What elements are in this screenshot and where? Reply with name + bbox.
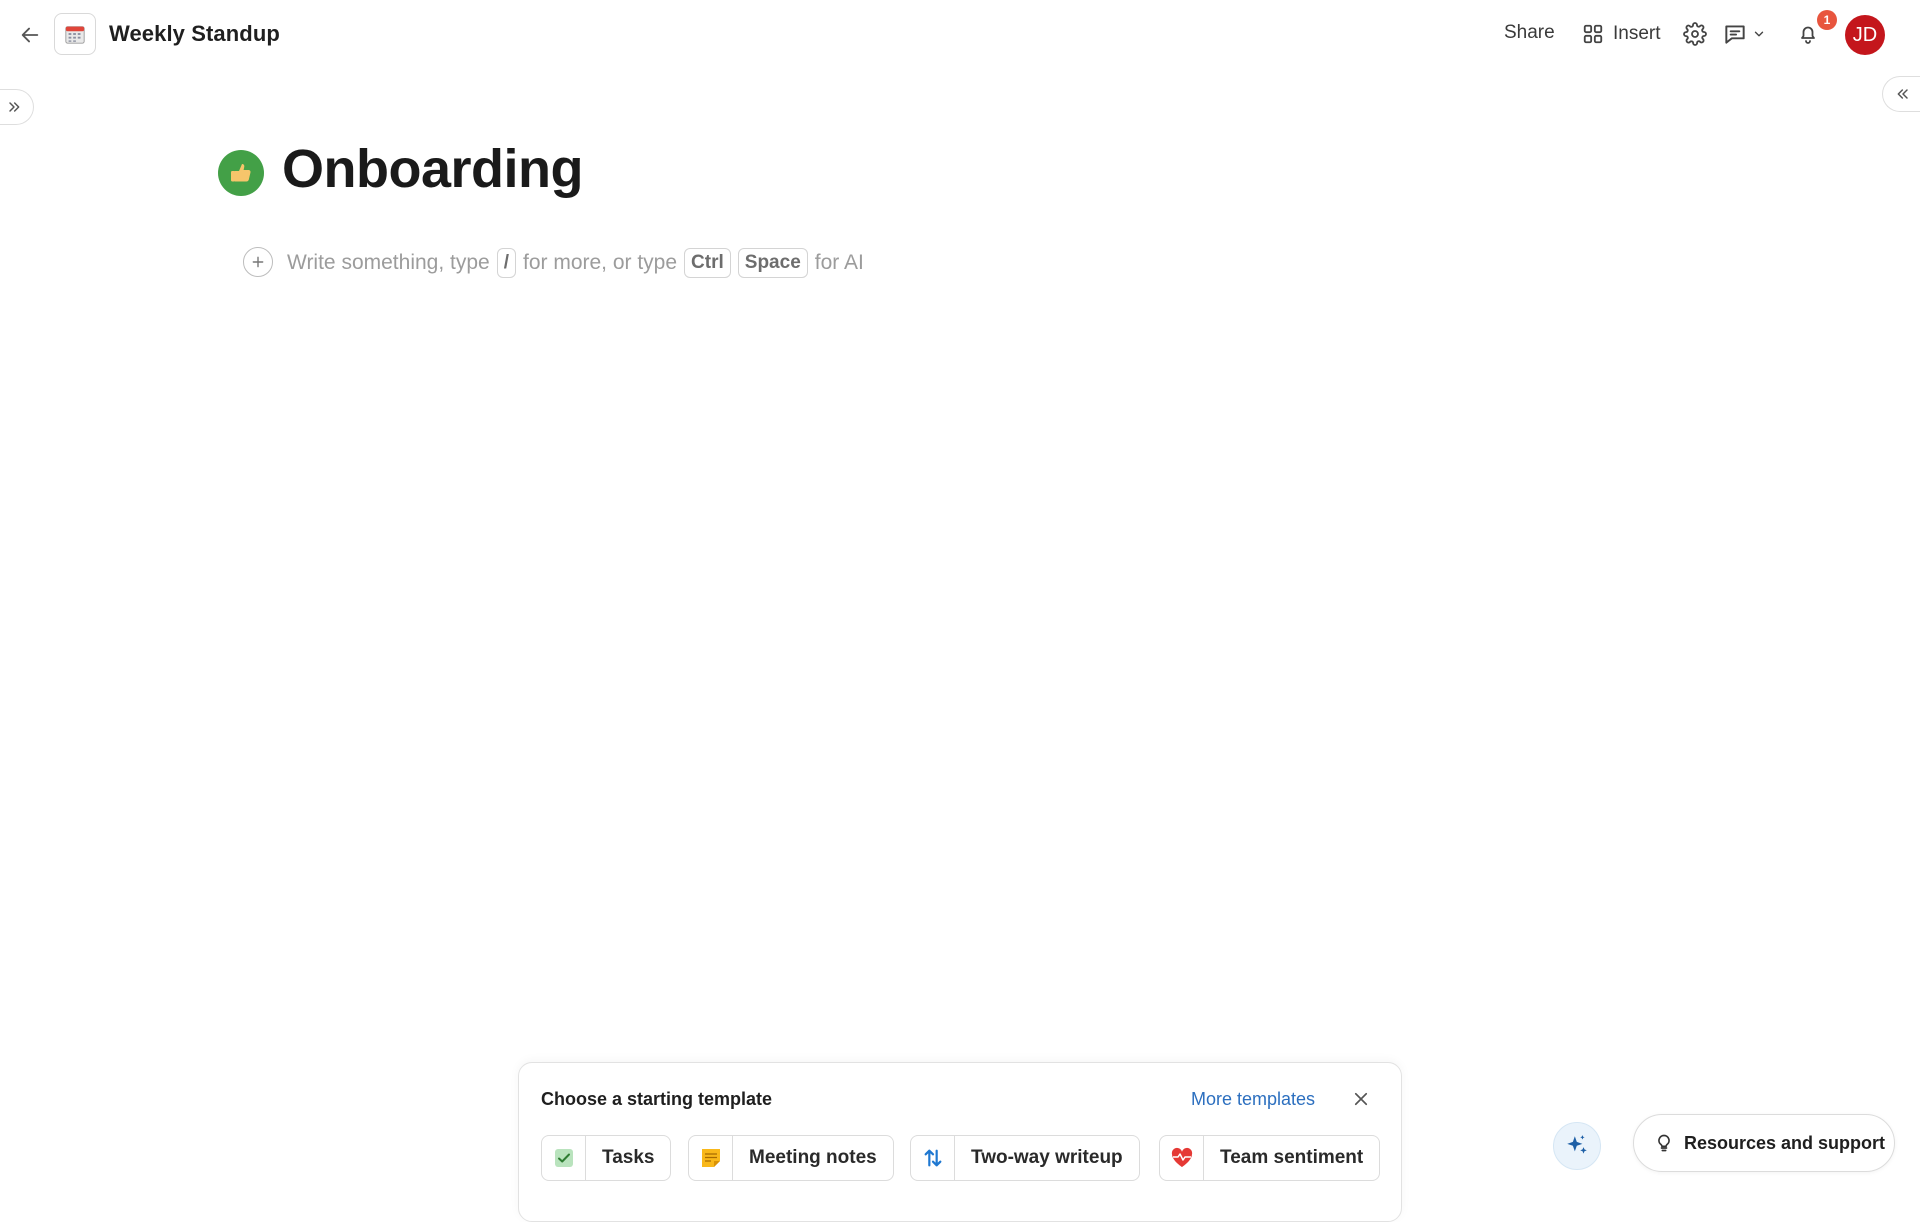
insert-label: Insert [1613,23,1661,44]
template-label: Team sentiment [1220,1147,1364,1168]
page-emoji[interactable] [218,150,264,196]
user-avatar[interactable]: JD [1845,15,1885,55]
template-meeting-notes[interactable]: Meeting notes [688,1135,894,1181]
placeholder-text-2: for more, or type [522,251,678,274]
resources-support-button[interactable]: Resources and support [1633,1114,1895,1172]
chevrons-right-icon [8,102,19,112]
up-down-arrows-icon [924,1149,941,1167]
expand-sidebar-button[interactable] [0,89,34,125]
ai-assistant-button[interactable] [1553,1122,1601,1170]
heart-pulse-icon [1171,1147,1192,1167]
template-two-way-writeup[interactable]: Two-way writeup [910,1135,1140,1181]
sparkle-icon [1567,1135,1587,1154]
editor-placeholder[interactable]: Write something, type / for more, or typ… [287,248,864,278]
insert-button[interactable]: Insert [1582,20,1661,48]
share-button[interactable]: Share [1504,22,1555,44]
template-chooser-panel: Choose a starting template More template… [518,1062,1402,1222]
placeholder-text-3: for AI [814,251,864,274]
template-label: Tasks [602,1147,655,1168]
close-template-panel-button[interactable] [1349,1087,1373,1111]
lightbulb-icon [1658,1134,1670,1152]
plus-icon [252,256,264,268]
more-templates-link[interactable]: More templates [1191,1089,1315,1110]
calendar-icon [65,26,85,44]
doc-title[interactable]: Weekly Standup [109,21,280,47]
add-block-button[interactable] [243,247,273,277]
template-team-sentiment[interactable]: Team sentiment [1159,1135,1381,1181]
template-label: Meeting notes [749,1147,877,1168]
settings-button[interactable] [1681,20,1709,48]
expand-right-panel-button[interactable] [1882,76,1920,112]
comment-icon [1725,25,1745,44]
grid-icon [1583,24,1603,44]
notification-badge: 1 [1817,10,1837,30]
resources-label: Resources and support [1684,1132,1886,1153]
doc-icon-button[interactable] [54,13,96,55]
comments-button[interactable] [1722,20,1778,48]
template-label: Two-way writeup [971,1147,1123,1168]
checkbox-icon [554,1149,573,1167]
template-tasks[interactable]: Tasks [541,1135,672,1181]
close-icon [1354,1092,1368,1106]
gear-icon [1683,22,1707,46]
ctrl-key: Ctrl [684,248,731,278]
bell-icon [1801,26,1815,44]
chevrons-left-icon [1897,89,1908,99]
placeholder-text-1: Write something, type [287,251,490,274]
page-title[interactable]: Onboarding [282,138,583,200]
chevron-down-icon [1754,31,1764,37]
thumbs-up-icon [218,150,264,196]
template-panel-title: Choose a starting template [541,1089,773,1109]
arrow-left-icon [21,27,39,43]
space-key: Space [737,248,808,278]
back-button[interactable] [16,18,44,52]
sticky-note-icon [701,1149,720,1167]
slash-key: / [496,248,516,278]
